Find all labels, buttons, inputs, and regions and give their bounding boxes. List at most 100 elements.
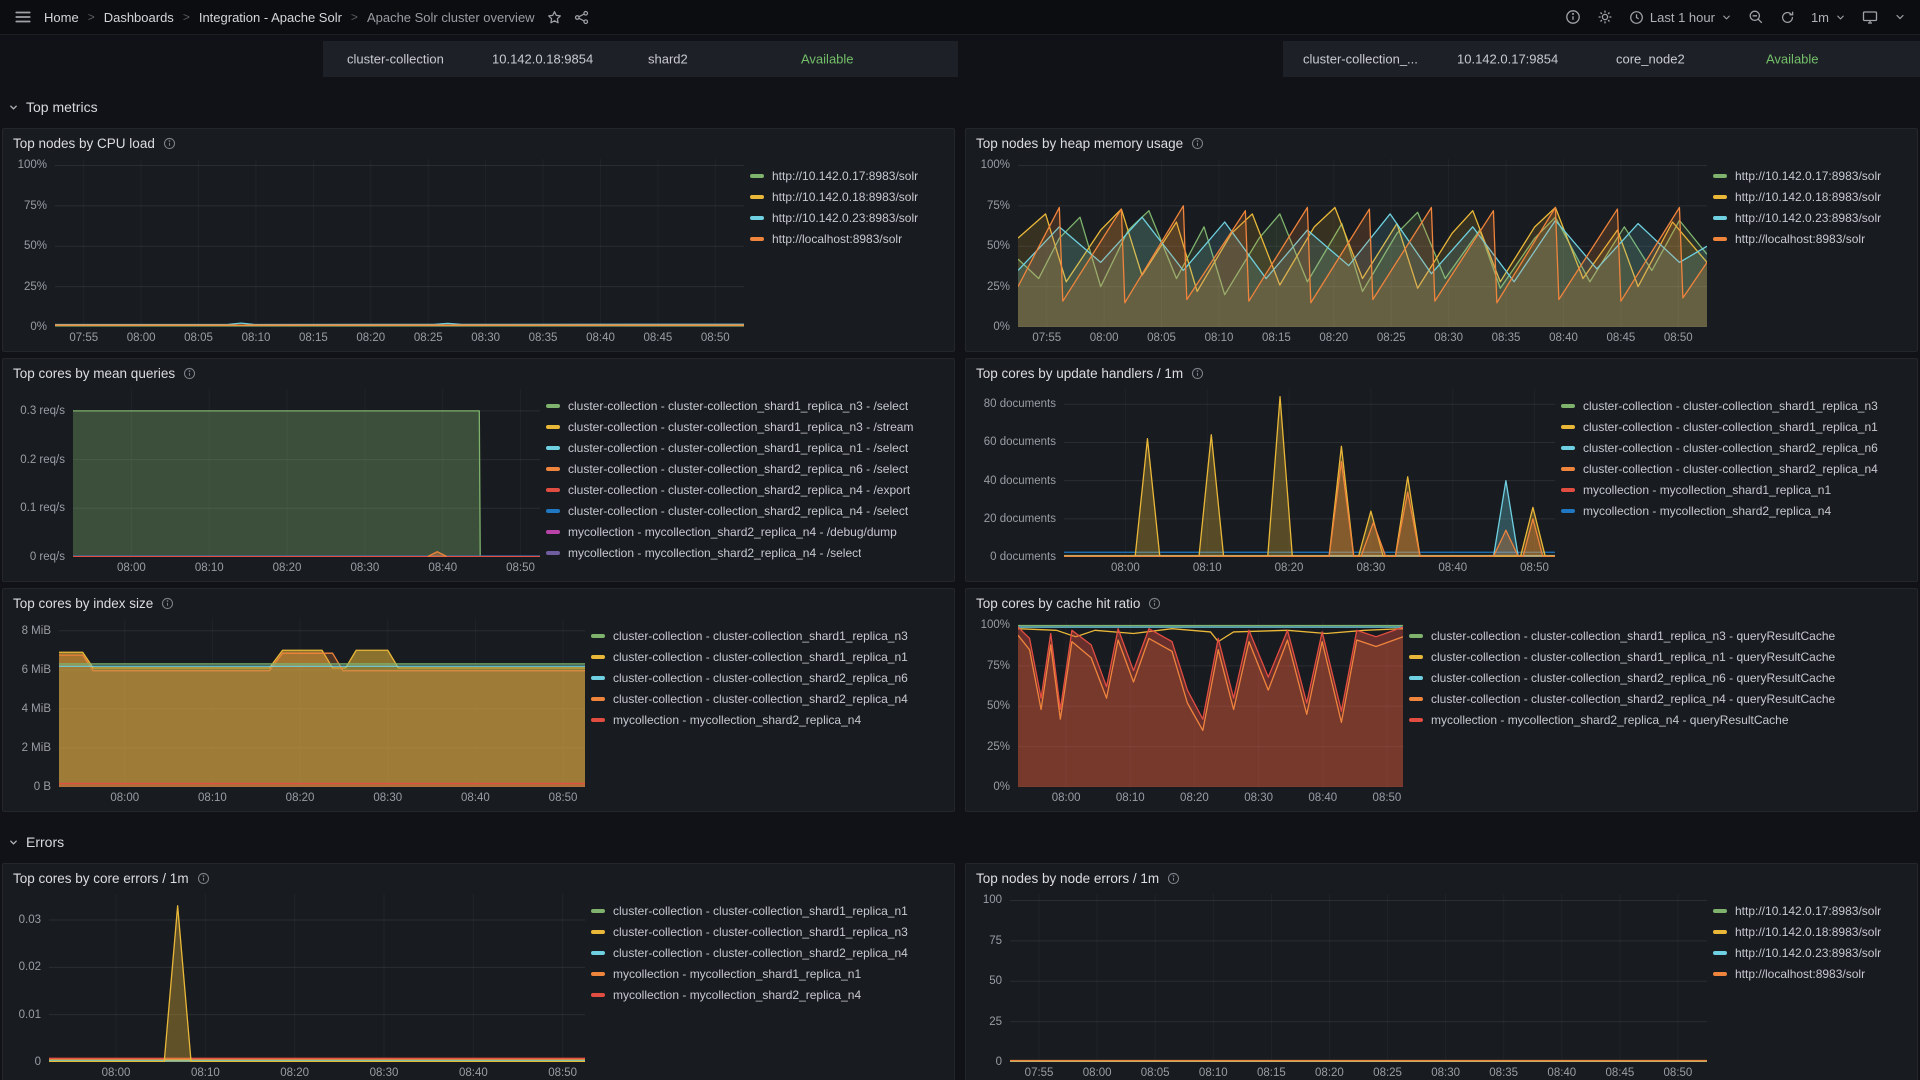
breadcrumb-folder[interactable]: Integration - Apache Solr xyxy=(199,10,342,25)
time-range-picker[interactable]: Last 1 hour xyxy=(1629,10,1732,25)
legend-item[interactable]: mycollection - mycollection_shard1_repli… xyxy=(591,963,946,984)
legend-item[interactable]: mycollection - mycollection_shard1_repli… xyxy=(1561,479,1909,500)
legend-item[interactable]: cluster-collection - cluster-collection_… xyxy=(591,942,946,963)
legend-item[interactable]: http://10.142.0.18:8983/solr xyxy=(1713,186,1909,207)
plot-area[interactable] xyxy=(59,619,585,787)
legend-item[interactable]: cluster-collection - cluster-collection_… xyxy=(546,416,946,437)
info-icon[interactable] xyxy=(163,137,176,150)
legend-item[interactable]: mycollection - mycollection_shard2_repli… xyxy=(546,542,946,563)
gear-icon[interactable] xyxy=(1597,9,1613,25)
plot-area[interactable] xyxy=(1010,894,1707,1062)
panel-title[interactable]: Top nodes by node errors / 1m xyxy=(976,871,1159,886)
legend-item[interactable]: cluster-collection - cluster-collection_… xyxy=(1409,625,1909,646)
legend-label: mycollection - mycollection_shard1_repli… xyxy=(613,967,861,981)
series-color-marker xyxy=(591,909,605,913)
y-tick-label: 60 documents xyxy=(984,436,1056,448)
legend-item[interactable]: mycollection - mycollection_shard2_repli… xyxy=(1409,709,1909,730)
legend-item[interactable]: cluster-collection - cluster-collection_… xyxy=(1561,458,1909,479)
legend-item[interactable]: cluster-collection - cluster-collection_… xyxy=(546,500,946,521)
legend-item[interactable]: http://localhost:8983/solr xyxy=(1713,228,1909,249)
legend-item[interactable]: http://10.142.0.23:8983/solr xyxy=(1713,942,1909,963)
legend-item[interactable]: cluster-collection - cluster-collection_… xyxy=(1409,688,1909,709)
panel-title[interactable]: Top cores by cache hit ratio xyxy=(976,596,1140,611)
legend-item[interactable]: cluster-collection - cluster-collection_… xyxy=(591,667,946,688)
info-icon[interactable] xyxy=(197,872,210,885)
panel-title[interactable]: Top cores by core errors / 1m xyxy=(13,871,189,886)
info-icon[interactable] xyxy=(161,597,174,610)
legend-item[interactable]: cluster-collection - cluster-collection_… xyxy=(546,437,946,458)
star-icon[interactable] xyxy=(547,10,562,25)
info-icon[interactable] xyxy=(1191,367,1204,380)
tv-kiosk-icon[interactable] xyxy=(1862,9,1878,25)
plot-area[interactable] xyxy=(73,389,540,557)
info-icon[interactable] xyxy=(1191,137,1204,150)
legend-label: http://localhost:8983/solr xyxy=(1735,967,1865,981)
legend-item[interactable]: cluster-collection - cluster-collection_… xyxy=(1561,416,1909,437)
panel-title[interactable]: Top cores by mean queries xyxy=(13,366,175,381)
legend-item[interactable]: cluster-collection - cluster-collection_… xyxy=(591,625,946,646)
node-errors-chart: 1007550250 07:5508:0008:0508:1008:1508:2… xyxy=(972,894,1707,1080)
breadcrumb-home[interactable]: Home xyxy=(44,10,79,25)
legend-label: http://10.142.0.18:8983/solr xyxy=(1735,190,1881,204)
x-tick-label: 08:40 xyxy=(1549,332,1578,344)
info-icon[interactable] xyxy=(1148,597,1161,610)
legend-item[interactable]: mycollection - mycollection_shard2_repli… xyxy=(546,521,946,542)
legend-item[interactable]: cluster-collection - cluster-collection_… xyxy=(1561,437,1909,458)
legend-item[interactable]: cluster-collection - cluster-collection_… xyxy=(1409,646,1909,667)
plot-area[interactable] xyxy=(1018,159,1707,327)
share-icon[interactable] xyxy=(574,10,589,25)
panel-title[interactable]: Top cores by index size xyxy=(13,596,153,611)
refresh-interval-dropdown[interactable]: 1m xyxy=(1811,10,1846,25)
legend-item[interactable]: http://10.142.0.23:8983/solr xyxy=(750,207,946,228)
legend-item[interactable]: http://10.142.0.18:8983/solr xyxy=(1713,921,1909,942)
info-icon[interactable] xyxy=(183,367,196,380)
y-tick-label: 0.01 xyxy=(19,1009,41,1021)
legend-item[interactable]: cluster-collection - cluster-collection_… xyxy=(546,395,946,416)
panel-title[interactable]: Top cores by update handlers / 1m xyxy=(976,366,1183,381)
panel-title[interactable]: Top nodes by heap memory usage xyxy=(976,136,1183,151)
series-color-marker xyxy=(546,488,560,492)
info-circle-icon[interactable] xyxy=(1565,9,1581,25)
legend-item[interactable]: http://10.142.0.18:8983/solr xyxy=(750,186,946,207)
legend-item[interactable]: cluster-collection - cluster-collection_… xyxy=(1409,667,1909,688)
panel-title[interactable]: Top nodes by CPU load xyxy=(13,136,155,151)
legend-item[interactable]: mycollection - mycollection_shard2_repli… xyxy=(1561,500,1909,521)
legend-item[interactable]: mycollection - mycollection_shard2_repli… xyxy=(591,984,946,1005)
plot-area[interactable] xyxy=(49,894,585,1062)
legend-item[interactable]: cluster-collection - cluster-collection_… xyxy=(1561,395,1909,416)
x-tick-label: 08:10 xyxy=(1193,562,1222,574)
section-header-top-metrics[interactable]: Top metrics xyxy=(0,94,1920,120)
breadcrumb-dashboards[interactable]: Dashboards xyxy=(104,10,174,25)
legend-label: mycollection - mycollection_shard2_repli… xyxy=(1583,504,1831,518)
legend-item[interactable]: cluster-collection - cluster-collection_… xyxy=(591,646,946,667)
legend-item[interactable]: mycollection - mycollection_shard2_repli… xyxy=(591,709,946,730)
legend: cluster-collection - cluster-collection_… xyxy=(591,619,946,807)
legend-item[interactable]: http://10.142.0.17:8983/solr xyxy=(1713,900,1909,921)
plot-area[interactable] xyxy=(1018,619,1403,787)
x-tick-label: 08:40 xyxy=(459,1067,488,1079)
legend-item[interactable]: cluster-collection - cluster-collection_… xyxy=(546,458,946,479)
menu-icon[interactable] xyxy=(14,8,32,26)
section-header-errors[interactable]: Errors xyxy=(0,829,1920,855)
legend-item[interactable]: cluster-collection - cluster-collection_… xyxy=(546,479,946,500)
legend-item[interactable]: http://10.142.0.23:8983/solr xyxy=(1713,207,1909,228)
legend-item[interactable]: http://localhost:8983/solr xyxy=(750,228,946,249)
series-color-marker xyxy=(546,530,560,534)
breadcrumb-current-dashboard[interactable]: Apache Solr cluster overview xyxy=(367,10,535,25)
info-icon[interactable] xyxy=(1167,872,1180,885)
series-color-marker xyxy=(1713,195,1727,199)
legend-item[interactable]: cluster-collection - cluster-collection_… xyxy=(591,688,946,709)
legend-item[interactable]: http://localhost:8983/solr xyxy=(1713,963,1909,984)
x-tick-label: 08:50 xyxy=(548,1067,577,1079)
plot-area[interactable] xyxy=(55,159,744,327)
x-tick-label: 08:05 xyxy=(184,332,213,344)
plot-area[interactable] xyxy=(1064,389,1555,557)
legend-item[interactable]: http://10.142.0.17:8983/solr xyxy=(750,165,946,186)
legend-item[interactable]: cluster-collection - cluster-collection_… xyxy=(591,921,946,942)
zoom-out-icon[interactable] xyxy=(1748,9,1764,25)
x-axis-labels: 08:0008:1008:2008:3008:4008:50 xyxy=(1064,557,1555,577)
chevron-down-icon[interactable] xyxy=(1894,11,1906,23)
legend-item[interactable]: http://10.142.0.17:8983/solr xyxy=(1713,165,1909,186)
refresh-icon[interactable] xyxy=(1780,10,1795,25)
legend-item[interactable]: cluster-collection - cluster-collection_… xyxy=(591,900,946,921)
